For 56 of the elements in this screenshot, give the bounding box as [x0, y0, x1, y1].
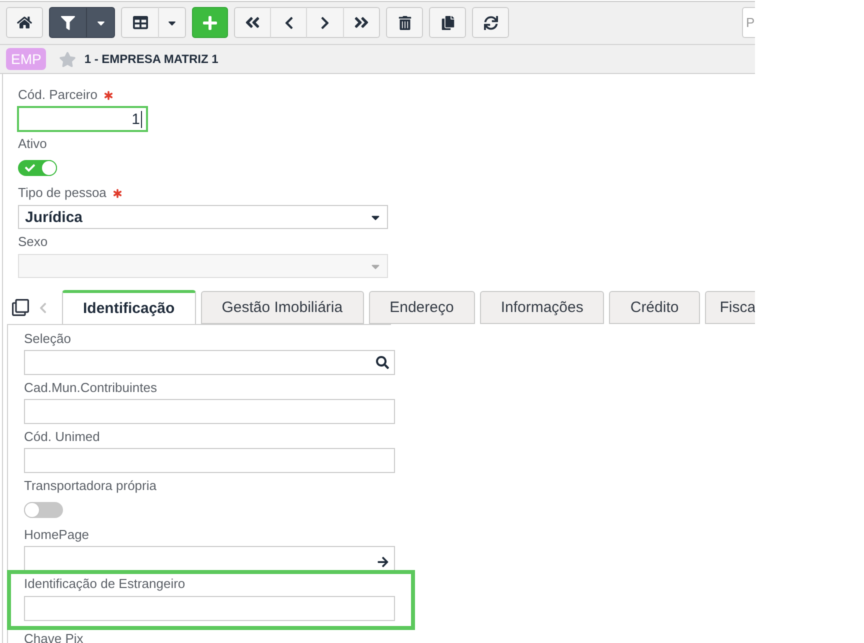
field-label: Sexo — [18, 233, 48, 251]
tab[interactable]: Identificação — [62, 290, 196, 324]
field-label: Chave Pix — [24, 630, 84, 643]
toggle-switch[interactable] — [18, 160, 57, 176]
filter-icon — [61, 16, 75, 30]
text-cursor — [141, 110, 142, 128]
star-icon[interactable] — [59, 50, 76, 68]
refresh-icon — [484, 16, 498, 30]
view-button[interactable] — [121, 7, 159, 38]
check-icon — [25, 163, 35, 173]
tab[interactable]: Endereço — [368, 291, 475, 324]
select-field[interactable]: Jurídica — [18, 205, 388, 229]
tab[interactable]: Crédito — [609, 291, 700, 324]
tab[interactable]: Informações — [480, 291, 604, 324]
first-record-button[interactable] — [234, 7, 271, 38]
add-button[interactable] — [192, 7, 228, 38]
tab[interactable]: Gestão Imobiliária — [200, 291, 364, 324]
input-field[interactable] — [24, 399, 395, 424]
field-label: Transportadora própria — [24, 477, 156, 495]
chevron-left-icon — [37, 302, 49, 314]
field-label: Tipo de pessoa — [18, 184, 106, 202]
duplicate-button[interactable] — [429, 7, 466, 38]
url-field[interactable] — [24, 546, 395, 571]
last-record-button[interactable] — [343, 7, 380, 38]
input-field[interactable] — [24, 596, 395, 621]
field-label: Seleção — [24, 330, 71, 348]
input-field[interactable] — [24, 448, 395, 473]
input-field[interactable]: 1 — [17, 106, 148, 132]
toggle-switch[interactable] — [24, 502, 63, 518]
copy-icon — [440, 16, 454, 30]
previous-record-button[interactable] — [270, 7, 307, 38]
trash-icon — [398, 16, 412, 30]
search-icon — [376, 356, 389, 369]
refresh-button[interactable] — [472, 7, 509, 38]
field-label: Cad.Mun.Contribuintes — [24, 379, 157, 397]
double-chevron-right-icon — [353, 14, 370, 31]
search-field[interactable]: P — [742, 7, 755, 38]
delete-button[interactable] — [386, 7, 423, 38]
plus-icon — [202, 14, 218, 30]
record-title: 1 - EMPRESA MATRIZ 1 — [84, 52, 218, 66]
field-label: Identificação de Estrangeiro — [24, 575, 186, 593]
copy-icon[interactable] — [12, 299, 29, 316]
next-record-button[interactable] — [306, 7, 344, 38]
table-icon — [132, 15, 148, 30]
field-label: HomePage — [24, 526, 90, 544]
home-icon — [17, 15, 32, 30]
filter-dropdown-button[interactable] — [86, 7, 115, 38]
lookup-field[interactable] — [24, 350, 395, 375]
home-button[interactable] — [6, 7, 43, 38]
filter-button[interactable] — [49, 7, 87, 38]
field-label: Cód. Unimed — [24, 428, 100, 446]
arrow-right-icon — [377, 556, 389, 568]
field-label: Cód. Parceiro — [18, 86, 98, 104]
module-badge: EMP — [6, 48, 46, 70]
field-label: Ativo — [18, 135, 47, 153]
double-chevron-left-icon — [244, 14, 261, 31]
